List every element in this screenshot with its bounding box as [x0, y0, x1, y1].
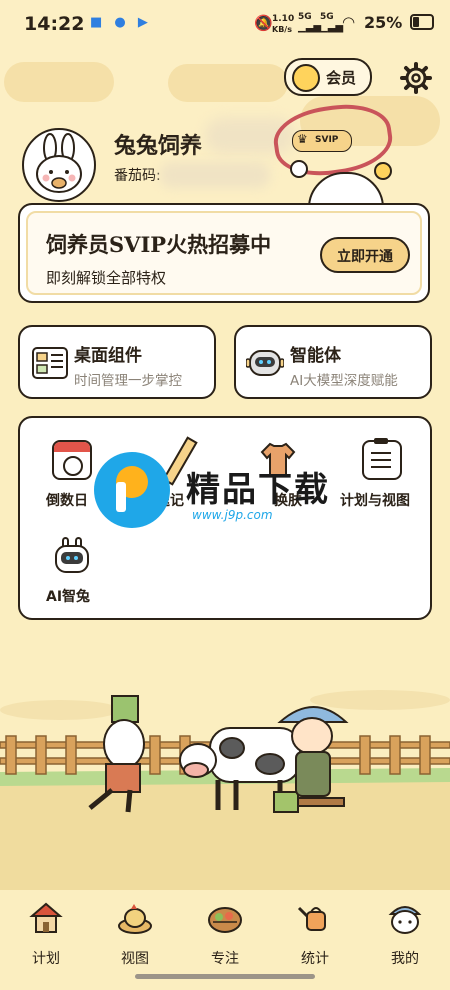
nav-stats[interactable]: 统计 [280, 900, 350, 968]
agent-card[interactable]: 智能体 AI大模型深度赋能 [234, 325, 432, 399]
ai-bunny-icon [55, 537, 89, 573]
user-name: 兔兔饲养 [114, 133, 203, 159]
net-speed: 1.10 [272, 14, 295, 24]
basket-icon [208, 907, 242, 933]
avatar[interactable] [22, 128, 96, 202]
cloud-decoration [4, 62, 114, 102]
calendar-icon [52, 440, 92, 480]
card-title: 智能体 [290, 346, 341, 366]
battery-icon [410, 14, 434, 30]
nav-mine[interactable]: 我的 [370, 900, 440, 968]
farm-illustration [0, 690, 450, 890]
watering-can-icon [297, 906, 326, 931]
nav-focus[interactable]: 专注 [190, 900, 260, 968]
crown-icon [292, 64, 320, 92]
signal-bars-icon: ▁▃▅ [298, 22, 322, 33]
battery-level: 25% [364, 13, 403, 32]
member-label: 会员 [326, 69, 357, 87]
blurred-uid [160, 162, 270, 188]
wifi-icon: ◠ [342, 13, 356, 31]
card-title: 桌面组件 [74, 346, 142, 366]
widget-icon [32, 347, 68, 379]
gear-icon[interactable] [400, 62, 432, 94]
lollipop-icon [290, 160, 308, 178]
widget-card[interactable]: 桌面组件 时间管理一步掌控 [18, 325, 216, 399]
mute-icon: 🔕 [254, 14, 273, 32]
house-icon [29, 902, 63, 933]
cloud-decoration [168, 64, 288, 102]
signal-5g: 5G [320, 12, 334, 22]
status-bar: 14:22 ■ ● ▶ 🔕 1.10 KB/s 5G ▁▃▅ 5G ▁▃▅ ◠ … [0, 0, 450, 48]
hen-icon [118, 904, 152, 934]
nav-label: 视图 [121, 951, 149, 967]
clipboard-icon [362, 438, 402, 480]
card-subtitle: AI大模型深度赋能 [290, 373, 398, 389]
banner-title: 饲养员SVIP火热招募中 [46, 232, 272, 257]
robot-icon [246, 350, 284, 376]
nav-label: 我的 [391, 951, 419, 967]
nav-label: 统计 [301, 951, 329, 967]
signal-5g: 5G [298, 12, 312, 22]
net-speed-unit: KB/s [272, 25, 292, 34]
watermark-text: 精品下载 [186, 470, 330, 510]
watermark-logo [94, 452, 170, 528]
nav-view[interactable]: 视图 [100, 900, 170, 968]
activate-button[interactable]: 立即开通 [320, 237, 410, 273]
lollipop-icon [374, 162, 392, 180]
nav-label: 专注 [211, 951, 239, 967]
card-subtitle: 时间管理一步掌控 [74, 373, 182, 389]
signal-bars-icon: ▁▃▅ [320, 22, 344, 33]
bunny-avatar-icon [36, 133, 82, 193]
clock: 14:22 [24, 13, 85, 35]
watermark-url: www.j9p.com [192, 508, 273, 522]
uid-label: 番茄码: [114, 168, 161, 184]
nav-label: 计划 [32, 951, 60, 967]
tool-label: AI智兔 [46, 589, 91, 605]
member-button[interactable]: 会员 [284, 58, 372, 96]
tool-label: 计划与视图 [340, 493, 410, 509]
home-indicator[interactable] [135, 974, 315, 979]
svip-banner[interactable]: 饲养员SVIP火热招募中 即刻解锁全部特权 立即开通 [18, 203, 430, 303]
app-notification-icons: ■ ● ▶ [90, 15, 152, 30]
nav-plan[interactable]: 计划 [11, 900, 81, 968]
bunny-face-icon [388, 906, 422, 934]
tool-label: 倒数日 [46, 493, 88, 509]
banner-subtitle: 即刻解锁全部特权 [46, 269, 167, 287]
